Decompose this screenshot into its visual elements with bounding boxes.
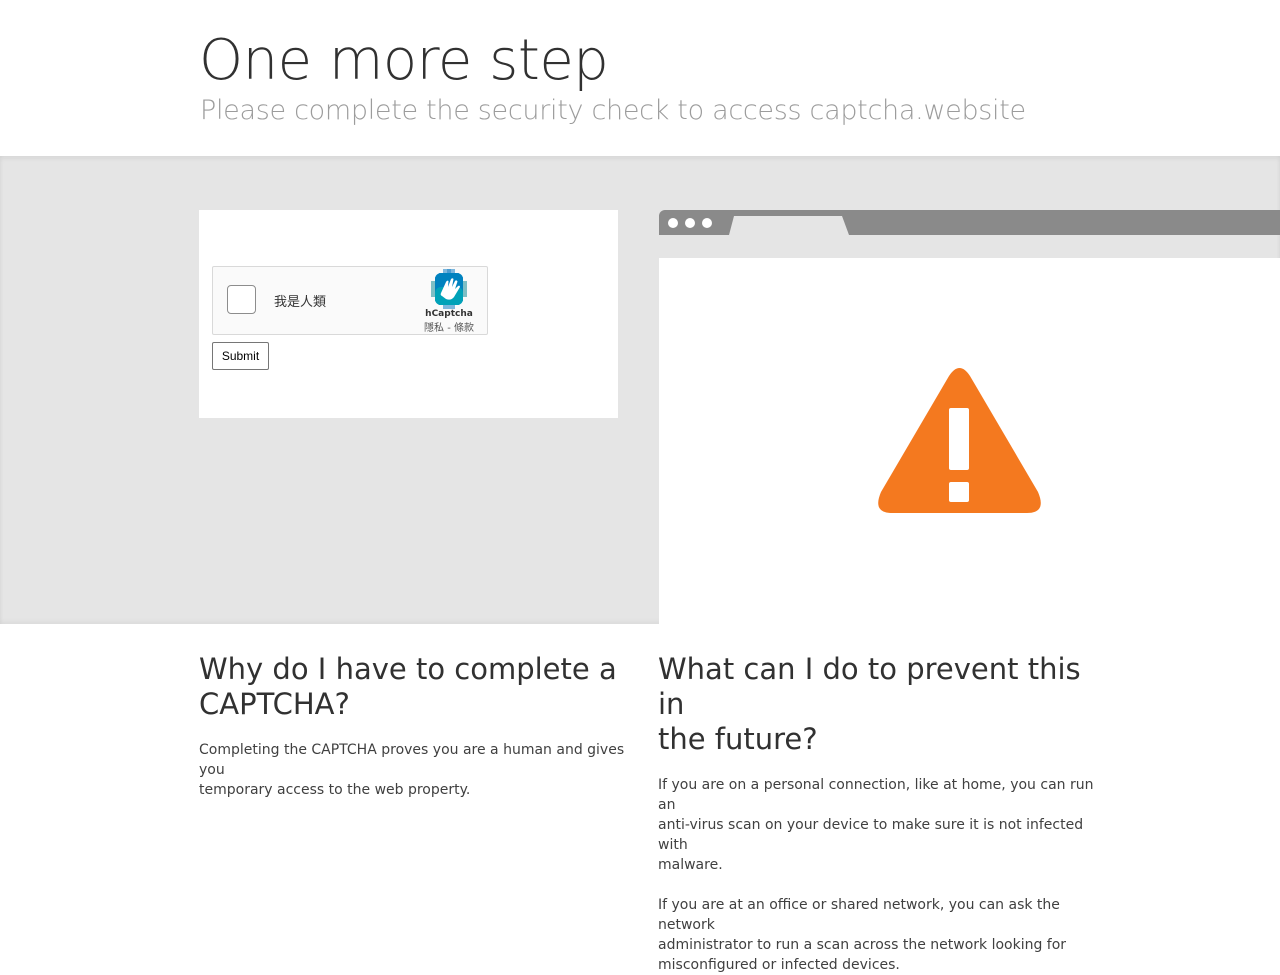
why-heading: Why do I have to complete a CAPTCHA? (199, 652, 629, 722)
human-checkbox[interactable] (227, 285, 256, 314)
paragraph-line: misconfigured or infected devices. (658, 957, 900, 973)
paragraph-line: anti-virus scan on your device to make s… (658, 817, 1084, 853)
paragraph-line: malware. (658, 857, 723, 873)
heading-line: What can I do to prevent this in (658, 652, 1081, 721)
challenge-band: 我是人類 hCaptcha 隱私 - 條款 Submit (0, 156, 1280, 624)
heading-line: the future? (658, 722, 818, 756)
hcaptcha-widget: 我是人類 hCaptcha 隱私 - 條款 (212, 266, 488, 335)
paragraph-line: temporary access to the web property. (199, 782, 471, 798)
browser-titlebar (659, 210, 1280, 235)
prevent-paragraph-2: If you are at an office or shared networ… (658, 895, 1098, 975)
heading-line: CAPTCHA? (199, 687, 350, 721)
privacy-terms-links[interactable]: 隱私 - 條款 (417, 319, 481, 334)
page-title: One more step (199, 28, 609, 93)
page-subtitle: Please complete the security check to ac… (200, 95, 1026, 126)
page-header: One more step Please complete the securi… (0, 0, 1280, 156)
captcha-card: 我是人類 hCaptcha 隱私 - 條款 Submit (199, 210, 618, 418)
window-dot-icon (685, 218, 695, 228)
paragraph-line: administrator to run a scan across the n… (658, 937, 1067, 953)
paragraph-line: If you are at an office or shared networ… (658, 897, 1060, 933)
prevent-section: What can I do to prevent this in the fut… (658, 652, 1098, 975)
submit-button[interactable]: Submit (212, 342, 269, 370)
warning-icon (878, 368, 1041, 513)
checkbox-label: 我是人類 (274, 295, 327, 310)
browser-window (659, 258, 1280, 624)
why-section: Why do I have to complete a CAPTCHA? Com… (199, 652, 629, 800)
heading-line: Why do I have to complete a (199, 652, 617, 686)
paragraph-line: If you are on a personal connection, lik… (658, 777, 1094, 813)
hcaptcha-logo-icon (431, 269, 467, 309)
hcaptcha-brand: hCaptcha (425, 309, 473, 319)
prevent-heading: What can I do to prevent this in the fut… (658, 652, 1098, 757)
paragraph-line: Completing the CAPTCHA proves you are a … (199, 742, 625, 778)
why-paragraph: Completing the CAPTCHA proves you are a … (199, 740, 629, 800)
browser-tab (729, 216, 849, 235)
window-dot-icon (668, 218, 678, 228)
window-dot-icon (702, 218, 712, 228)
prevent-paragraph-1: If you are on a personal connection, lik… (658, 775, 1098, 875)
